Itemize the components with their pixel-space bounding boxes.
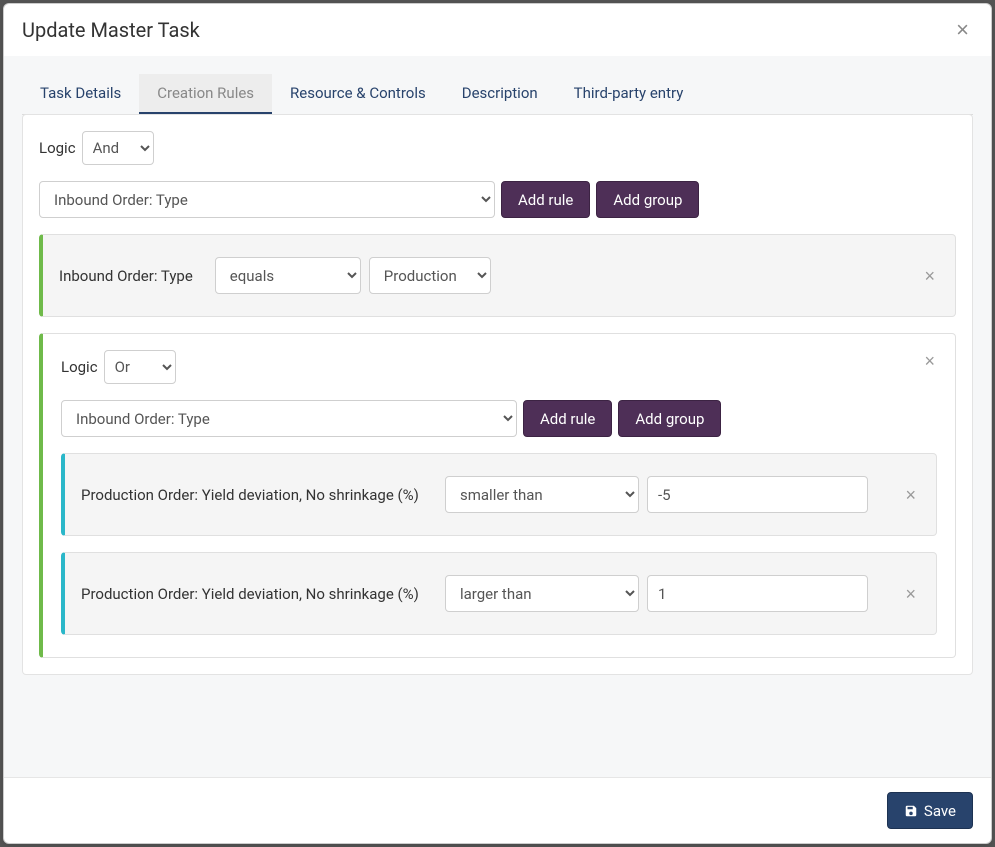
- modal-close-button[interactable]: ×: [952, 19, 973, 41]
- modal-footer: Save: [4, 777, 991, 843]
- update-master-task-modal: Update Master Task × Task Details Creati…: [3, 3, 992, 844]
- rule-remove-button[interactable]: ×: [901, 581, 920, 607]
- outer-logic-select[interactable]: And: [82, 131, 154, 165]
- tab-creation-rules[interactable]: Creation Rules: [139, 74, 272, 114]
- group-add-rule-button[interactable]: Add rule: [523, 400, 612, 437]
- rule-field-label: Production Order: Yield deviation, No sh…: [81, 486, 431, 504]
- group-field-row: Inbound Order: Type Add rule Add group: [61, 400, 937, 437]
- group-remove-button[interactable]: ×: [920, 348, 939, 374]
- modal-header: Update Master Task ×: [4, 4, 991, 56]
- save-button-label: Save: [924, 802, 956, 820]
- nested-group: × Logic Or Inbound Order: Type Add rule: [39, 333, 956, 658]
- rule-field-label: Inbound Order: Type: [59, 267, 193, 285]
- rule-value-select[interactable]: Production: [369, 257, 491, 294]
- rule-operator-select[interactable]: equals: [215, 257, 361, 294]
- tab-description[interactable]: Description: [444, 74, 556, 114]
- outer-field-select[interactable]: Inbound Order: Type: [39, 181, 495, 218]
- rule-remove-button[interactable]: ×: [920, 263, 939, 289]
- outer-field-row: Inbound Order: Type Add rule Add group: [39, 181, 956, 218]
- group-add-group-button[interactable]: Add group: [618, 400, 721, 437]
- group-logic-select[interactable]: Or: [104, 350, 176, 384]
- tab-resource-controls[interactable]: Resource & Controls: [272, 74, 444, 114]
- tab-task-details[interactable]: Task Details: [22, 74, 139, 114]
- outer-logic-row: Logic And: [39, 131, 956, 165]
- group-field-select[interactable]: Inbound Order: Type: [61, 400, 517, 437]
- outer-add-rule-button[interactable]: Add rule: [501, 181, 590, 218]
- save-button[interactable]: Save: [887, 792, 973, 829]
- rule-value-input[interactable]: [647, 575, 868, 612]
- outer-add-group-button[interactable]: Add group: [596, 181, 699, 218]
- modal-title: Update Master Task: [22, 18, 200, 42]
- rule-remove-button[interactable]: ×: [901, 482, 920, 508]
- outer-logic-label: Logic: [39, 139, 76, 157]
- rule-yield-larger: Production Order: Yield deviation, No sh…: [61, 552, 937, 635]
- save-icon: [904, 804, 918, 818]
- group-logic-row: Logic Or: [61, 350, 937, 384]
- rule-operator-select[interactable]: smaller than: [445, 476, 639, 513]
- rule-value-input[interactable]: [647, 476, 868, 513]
- rule-yield-smaller: Production Order: Yield deviation, No sh…: [61, 453, 937, 536]
- rule-inbound-order-type: Inbound Order: Type equals Production ×: [39, 234, 956, 317]
- tab-bar: Task Details Creation Rules Resource & C…: [22, 74, 973, 115]
- creation-rules-panel: Logic And Inbound Order: Type Add rule A…: [22, 114, 973, 675]
- tab-third-party[interactable]: Third-party entry: [556, 74, 702, 114]
- group-logic-label: Logic: [61, 358, 98, 376]
- rule-operator-select[interactable]: larger than: [445, 575, 639, 612]
- modal-body: Task Details Creation Rules Resource & C…: [4, 56, 991, 777]
- rule-field-label: Production Order: Yield deviation, No sh…: [81, 585, 431, 603]
